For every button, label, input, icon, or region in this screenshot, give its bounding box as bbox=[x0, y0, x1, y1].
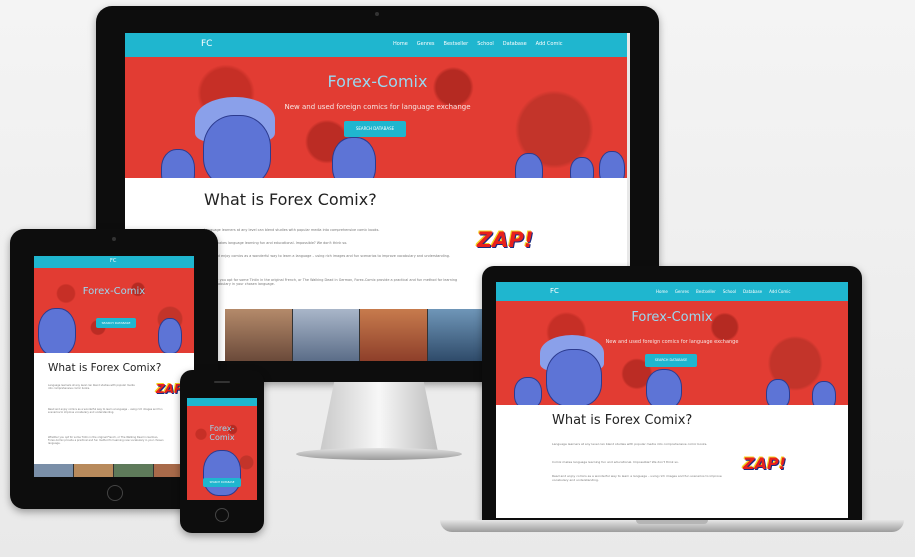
hero-zombie bbox=[332, 137, 376, 178]
tablet-hero: Forex-Comix SEARCH DATABASE bbox=[34, 268, 194, 353]
paragraph: Language learners at any level can blend… bbox=[204, 228, 380, 232]
laptop-screen: FC Home Genres Bestseller School Databas… bbox=[496, 282, 848, 518]
tablet-navbar: FC bbox=[34, 256, 194, 268]
hero-zombie bbox=[646, 369, 682, 405]
section-heading: What is Forex Comix? bbox=[552, 413, 693, 428]
hero-title: Forex-Comix bbox=[631, 310, 713, 325]
nav-database[interactable]: Database bbox=[503, 41, 527, 47]
phone-navbar bbox=[187, 398, 257, 406]
laptop-notch bbox=[636, 520, 708, 524]
hero-character bbox=[38, 308, 76, 353]
monitor-base bbox=[296, 448, 462, 460]
nav-add-comic[interactable]: Add Comic bbox=[536, 41, 563, 47]
nav-home[interactable]: Home bbox=[393, 41, 408, 47]
search-database-button[interactable]: SEARCH DATABASE bbox=[645, 354, 697, 367]
camera-icon bbox=[112, 237, 116, 241]
zap-logo: ZAP! bbox=[477, 228, 534, 252]
nav-school[interactable]: School bbox=[477, 41, 494, 47]
desktop-navbar: FC Home Genres Bestseller School Databas… bbox=[125, 33, 630, 57]
hero-zombie bbox=[514, 377, 542, 405]
hero-character bbox=[546, 349, 602, 405]
home-button[interactable] bbox=[107, 485, 123, 501]
monitor-stand bbox=[320, 382, 438, 452]
search-database-button[interactable]: SEARCH DATABASE bbox=[344, 121, 406, 137]
paragraph: Whether you opt for some Tintin in the o… bbox=[48, 436, 164, 445]
nav-add-comic[interactable]: Add Comic bbox=[769, 289, 790, 294]
laptop-nav-links: Home Genres Bestseller School Database A… bbox=[656, 289, 791, 294]
tablet-screen: FC Forex-Comix SEARCH DATABASE What is F… bbox=[34, 256, 194, 477]
nav-genres[interactable]: Genres bbox=[417, 41, 435, 47]
laptop-navbar: FC Home Genres Bestseller School Databas… bbox=[496, 282, 848, 301]
section-heading: What is Forex Comix? bbox=[48, 362, 162, 374]
paragraph: Whether you opt for some Tintin in the o… bbox=[204, 278, 458, 286]
hero-zombie bbox=[570, 157, 594, 178]
section-heading: What is Forex Comix? bbox=[204, 190, 377, 209]
hero-title: Forex-Comix bbox=[327, 72, 428, 91]
hero-zombie bbox=[515, 153, 543, 178]
paragraph: Comix makes language learning fun and ed… bbox=[552, 460, 679, 464]
paragraph: Language learners at any level can blend… bbox=[48, 384, 135, 390]
hero-character bbox=[203, 115, 271, 178]
nav-home[interactable]: Home bbox=[656, 289, 668, 294]
laptop-hero: Forex-Comix New and used foreign comics … bbox=[496, 301, 848, 405]
camera-icon bbox=[375, 12, 379, 16]
nav-database[interactable]: Database bbox=[743, 289, 762, 294]
paragraph: Comix makes language learning fun and ed… bbox=[204, 241, 348, 245]
hero-zombie bbox=[599, 151, 625, 178]
paragraph: Language learners at any level can blend… bbox=[552, 442, 708, 446]
search-database-button[interactable]: SEARCH DATABASE bbox=[96, 318, 136, 328]
brand-logo[interactable]: FC bbox=[550, 287, 559, 295]
hero-title: Forex-Comix bbox=[209, 424, 235, 442]
hero-zombie bbox=[766, 379, 790, 405]
hero-title: Forex-Comix bbox=[82, 286, 146, 297]
speaker-icon bbox=[214, 381, 230, 383]
hero-zombie bbox=[158, 318, 182, 353]
zap-logo: ZAP! bbox=[743, 454, 787, 473]
paragraph: Read and enjoy comics as a wonderful way… bbox=[204, 254, 450, 258]
comic-strip-image bbox=[34, 464, 194, 477]
brand-logo[interactable]: FC bbox=[201, 39, 212, 49]
hero-zombie bbox=[161, 149, 195, 178]
phone: Forex-Comix SEARCH DATABASE bbox=[180, 370, 264, 533]
paragraph: Read and enjoy comics as a wonderful way… bbox=[552, 474, 722, 482]
nav-bestseller[interactable]: Bestseller bbox=[444, 41, 469, 47]
desktop-hero: Forex-Comix New and used foreign comics … bbox=[125, 57, 630, 178]
phone-screen: Forex-Comix SEARCH DATABASE bbox=[187, 398, 257, 500]
desktop-nav-links: Home Genres Bestseller School Database A… bbox=[393, 41, 563, 47]
nav-school[interactable]: School bbox=[723, 289, 736, 294]
phone-hero: Forex-Comix SEARCH DATABASE bbox=[187, 406, 257, 500]
hero-character bbox=[203, 450, 241, 496]
paragraph: Read and enjoy comics as a wonderful way… bbox=[48, 408, 163, 414]
hero-zombie bbox=[812, 381, 836, 405]
brand-logo[interactable]: FC bbox=[110, 258, 116, 264]
search-database-button[interactable]: SEARCH DATABASE bbox=[203, 478, 241, 487]
laptop-lid: FC Home Genres Bestseller School Databas… bbox=[482, 266, 862, 521]
nav-bestseller[interactable]: Bestseller bbox=[696, 289, 716, 294]
nav-genres[interactable]: Genres bbox=[675, 289, 689, 294]
home-button[interactable] bbox=[215, 508, 229, 522]
